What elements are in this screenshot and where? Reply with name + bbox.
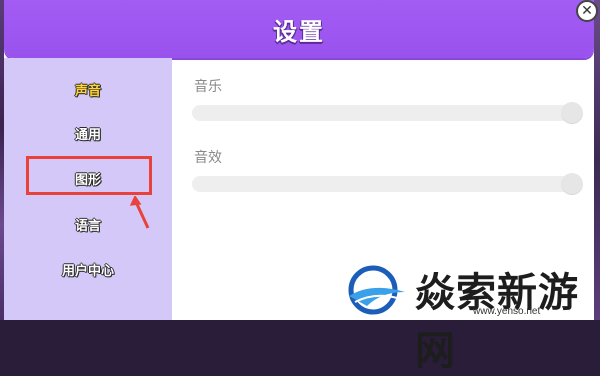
music-label: 音乐 xyxy=(194,79,222,95)
highlight-annotation xyxy=(26,156,152,195)
sfx-slider-thumb[interactable] xyxy=(561,173,583,195)
dialog-header: 设置 xyxy=(4,0,594,58)
watermark-text: 焱索新游网 xyxy=(415,270,579,374)
sidebar-item-user-center[interactable]: 用户中心 xyxy=(4,260,172,279)
sfx-slider[interactable] xyxy=(192,173,583,195)
watermark-url: www.yenso.net xyxy=(473,306,541,317)
sfx-label: 音效 xyxy=(194,150,222,166)
dialog-title: 设置 xyxy=(273,18,325,46)
annotation-arrow-icon xyxy=(129,196,150,229)
close-icon: ✕ xyxy=(581,3,593,19)
close-button[interactable]: ✕ xyxy=(576,0,598,22)
music-slider-thumb[interactable] xyxy=(561,102,583,124)
site-watermark: 焱索新游网 www.yenso.net xyxy=(345,258,600,374)
watermark-logo-icon xyxy=(348,265,405,315)
sidebar-item-sound[interactable]: 声音 xyxy=(4,80,172,99)
sidebar-item-general[interactable]: 通用 xyxy=(4,124,172,143)
music-slider[interactable] xyxy=(192,102,583,124)
